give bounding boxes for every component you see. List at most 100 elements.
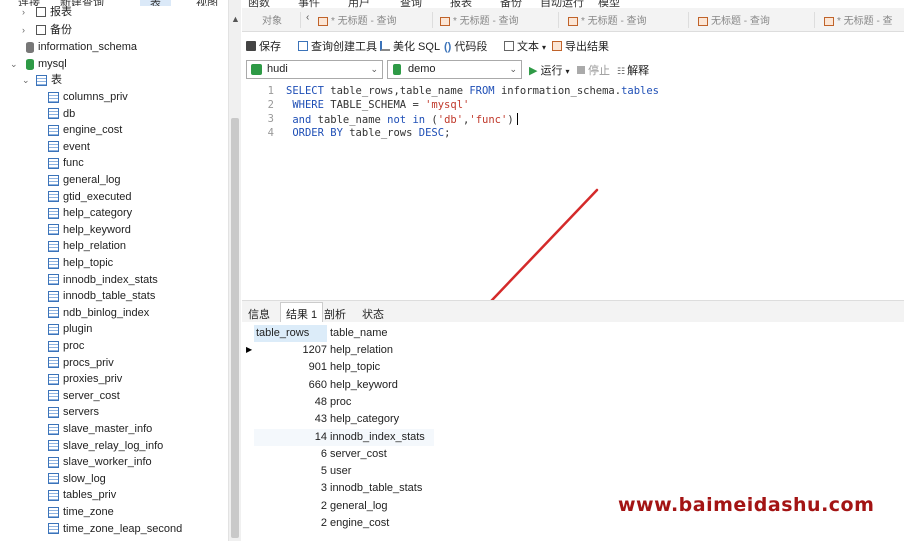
table-row[interactable]: 14 innodb_index_stats — [254, 428, 434, 446]
tree-table-item[interactable]: gtid_executed — [48, 189, 132, 205]
tree-item-report[interactable]: › 报表 — [22, 6, 72, 20]
cell-table-rows[interactable]: 3 — [254, 480, 327, 497]
cell-table-rows[interactable]: 901 — [254, 359, 327, 376]
column-header-table-rows[interactable]: table_rows — [254, 325, 327, 342]
beautify-sql-button[interactable]: 美化 SQL — [380, 38, 440, 54]
text-button[interactable]: 文本 ▾ — [504, 38, 546, 54]
cell-table-rows[interactable]: 43 — [254, 411, 327, 428]
tree-table-item[interactable]: plugin — [48, 321, 92, 337]
table-row[interactable]: 43 help_category — [254, 411, 434, 428]
tree-table-item[interactable]: time_zone — [48, 504, 114, 520]
table-icon — [48, 207, 59, 219]
tree-item-label: db — [63, 107, 76, 120]
save-button[interactable]: 保存 — [246, 38, 281, 54]
cell-table-name[interactable]: proc — [330, 394, 351, 411]
object-tree: › 报表 › 备份 information_schema ⌄ mysql ⌄ 表… — [0, 6, 228, 541]
cell-table-rows[interactable]: 14 — [254, 429, 327, 446]
tree-table-item[interactable]: ndb_binlog_index — [48, 305, 149, 321]
cell-table-name[interactable]: innodb_index_stats — [330, 429, 425, 446]
table-row[interactable]: 1207 help_relation — [254, 342, 434, 359]
table-row[interactable]: 901 help_topic — [254, 359, 434, 376]
tree-table-item[interactable]: func — [48, 155, 84, 171]
tree-table-item[interactable]: procs_priv — [48, 355, 114, 371]
stop-button[interactable]: 停止 — [577, 62, 610, 78]
tree-table-item[interactable]: engine_cost — [48, 122, 122, 138]
tab-result-1[interactable]: 结果 1 — [280, 302, 324, 323]
tab-query-3[interactable]: * 无标题 - 查询 — [568, 12, 647, 27]
tree-item-label: engine_cost — [63, 124, 123, 137]
tab-query-5[interactable]: * 无标题 - 查 — [824, 12, 893, 27]
sidebar-scroll-thumb[interactable] — [231, 118, 239, 538]
cell-table-name[interactable]: engine_cost — [330, 515, 389, 532]
tree-table-item[interactable]: slow_log — [48, 471, 106, 487]
tree-table-item[interactable]: servers — [48, 404, 99, 420]
tree-table-item[interactable]: slave_master_info — [48, 421, 152, 437]
cell-table-rows[interactable]: 660 — [254, 377, 327, 394]
tab-query-4[interactable]: 无标题 - 查询 — [698, 12, 770, 27]
tree-table-item[interactable]: help_topic — [48, 255, 113, 271]
tree-table-item[interactable]: time_zone_leap_second — [48, 521, 182, 537]
cell-table-rows[interactable]: 48 — [254, 394, 327, 411]
cell-table-rows[interactable]: 6 — [254, 446, 327, 463]
cell-table-name[interactable]: server_cost — [330, 446, 387, 463]
query-builder-button[interactable]: 查询创建工具 — [298, 38, 377, 54]
tab-scroll-left-icon[interactable]: ‹ — [306, 12, 309, 23]
table-row[interactable]: 48 proc — [254, 394, 434, 411]
cell-table-name[interactable]: help_category — [330, 411, 399, 428]
cell-table-name[interactable]: help_relation — [330, 342, 393, 359]
tab-status[interactable]: 状态 — [362, 306, 384, 322]
connection-select[interactable]: hudi ⌄ — [246, 60, 383, 79]
tree-table-item[interactable]: innodb_index_stats — [48, 272, 158, 288]
tree-table-item[interactable]: columns_priv — [48, 89, 128, 105]
tree-table-item[interactable]: tables_priv — [48, 487, 116, 503]
scroll-up-icon[interactable]: ▲ — [231, 14, 240, 24]
tab-profile[interactable]: 剖析 — [324, 306, 346, 322]
cell-table-name[interactable]: user — [330, 463, 351, 480]
tab-info[interactable]: 信息 — [248, 306, 270, 322]
tree-item-mysql[interactable]: ⌄ mysql — [10, 56, 67, 72]
tree-table-item[interactable]: help_category — [48, 205, 132, 221]
export-results-button[interactable]: 导出结果 — [552, 38, 609, 54]
tree-table-item[interactable]: general_log — [48, 172, 121, 188]
cell-table-rows[interactable]: 2 — [254, 515, 327, 532]
column-header-table-name[interactable]: table_name — [330, 325, 434, 342]
table-row[interactable]: 660 help_keyword — [254, 377, 434, 394]
database-select[interactable]: demo ⌄ — [387, 60, 522, 79]
tab-query-1[interactable]: * 无标题 - 查询 — [318, 12, 397, 27]
tree-table-item[interactable]: help_keyword — [48, 222, 131, 238]
tree-table-item[interactable]: slave_relay_log_info — [48, 438, 163, 454]
tree-item-information-schema[interactable]: information_schema — [26, 39, 137, 55]
tree-table-item[interactable]: innodb_table_stats — [48, 288, 155, 304]
cell-table-rows[interactable]: 5 — [254, 463, 327, 480]
table-row[interactable]: 2 engine_cost — [254, 515, 434, 532]
tree-table-item[interactable]: help_relation — [48, 238, 126, 254]
tree-table-item[interactable]: proxies_priv — [48, 371, 122, 387]
tree-item-backup[interactable]: › 备份 — [22, 22, 72, 38]
table-row[interactable]: 5 user — [254, 463, 434, 480]
chevron-right-icon[interactable]: › — [22, 6, 25, 20]
table-row[interactable]: 2 general_log — [254, 498, 434, 515]
chevron-down-icon[interactable]: ⌄ — [10, 56, 18, 72]
tab-objects[interactable]: 对象 — [262, 12, 282, 27]
table-row[interactable]: 3 innodb_table_stats — [254, 480, 434, 497]
chevron-right-icon[interactable]: › — [22, 22, 25, 38]
tree-table-item[interactable]: db — [48, 106, 75, 122]
table-row[interactable]: 6 server_cost — [254, 446, 434, 463]
cell-table-name[interactable]: help_keyword — [330, 377, 398, 394]
tab-query-2[interactable]: * 无标题 - 查询 — [440, 12, 519, 27]
cell-table-name[interactable]: help_topic — [330, 359, 380, 376]
explain-button[interactable]: ☷ 解释 — [617, 62, 649, 78]
tree-table-item[interactable]: slave_worker_info — [48, 454, 152, 470]
tree-table-item[interactable]: proc — [48, 338, 84, 354]
run-button[interactable]: ▶ 运行 ▾ — [529, 62, 569, 78]
tree-item-tables-group[interactable]: ⌄ 表 — [22, 72, 62, 88]
cell-table-rows[interactable]: 1207 — [254, 342, 327, 359]
tree-table-item[interactable]: event — [48, 139, 90, 155]
query-icon — [698, 16, 708, 26]
chevron-down-icon[interactable]: ⌄ — [22, 72, 30, 88]
cell-table-name[interactable]: innodb_table_stats — [330, 480, 422, 497]
cell-table-rows[interactable]: 2 — [254, 498, 327, 515]
cell-table-name[interactable]: general_log — [330, 498, 388, 515]
code-snippet-button[interactable]: () 代码段 — [444, 38, 487, 54]
tree-table-item[interactable]: server_cost — [48, 388, 120, 404]
